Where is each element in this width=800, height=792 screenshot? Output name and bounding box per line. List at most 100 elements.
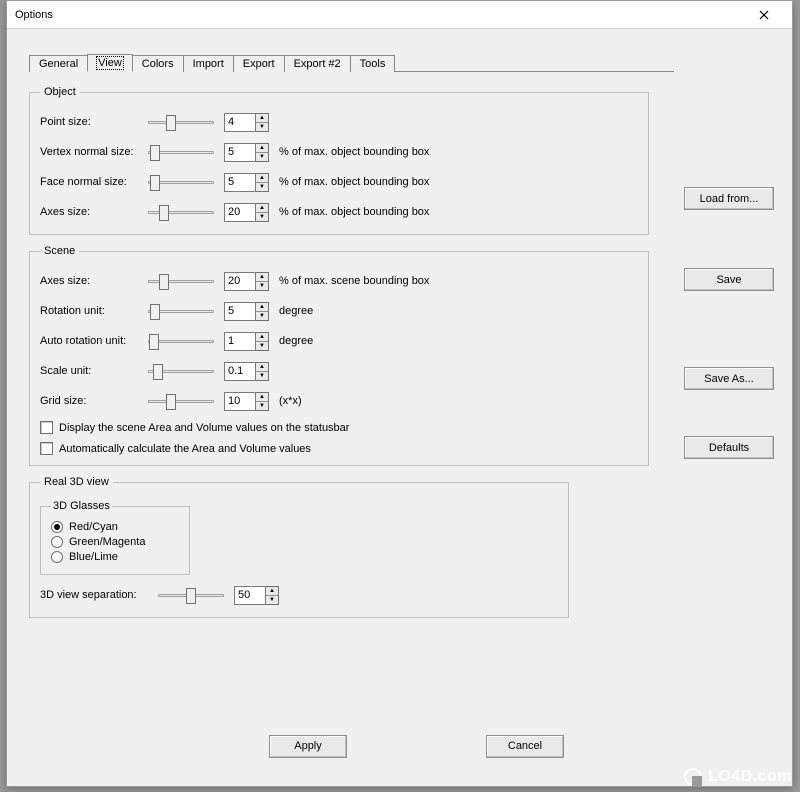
auto-rotation-suffix: degree <box>279 335 313 347</box>
grid-size-spinner[interactable]: ▲▼ <box>224 392 269 411</box>
object-axes-input[interactable] <box>224 203 256 222</box>
glasses-option-blue-lime[interactable]: Blue/Lime <box>51 551 179 563</box>
glasses-option-green-magenta[interactable]: Green/Magenta <box>51 536 179 548</box>
apply-button[interactable]: Apply <box>269 735 347 758</box>
spin-up-icon[interactable]: ▲ <box>256 393 268 401</box>
spin-up-icon[interactable]: ▲ <box>256 363 268 371</box>
face-normal-input[interactable] <box>224 173 256 192</box>
dialog-footer: Apply Cancel <box>29 726 674 776</box>
spin-up-icon[interactable]: ▲ <box>266 587 278 595</box>
spin-up-icon[interactable]: ▲ <box>256 174 268 182</box>
scale-unit-input[interactable] <box>224 362 256 381</box>
window-title: Options <box>15 9 744 21</box>
radio-icon[interactable] <box>51 536 63 548</box>
scene-axes-suffix: % of max. scene bounding box <box>279 275 429 287</box>
spin-down-icon[interactable]: ▼ <box>256 341 268 350</box>
face-normal-label: Face normal size: <box>40 176 148 188</box>
object-axes-slider[interactable] <box>148 203 214 221</box>
spin-up-icon[interactable]: ▲ <box>256 273 268 281</box>
grid-size-slider[interactable] <box>148 392 214 410</box>
tab-tools[interactable]: Tools <box>350 55 396 72</box>
close-button[interactable] <box>744 4 784 26</box>
scene-axes-spinner[interactable]: ▲▼ <box>224 272 269 291</box>
object-axes-spinner[interactable]: ▲▼ <box>224 203 269 222</box>
scene-axes-input[interactable] <box>224 272 256 291</box>
auto-rotation-input[interactable] <box>224 332 256 351</box>
point-size-input[interactable] <box>224 113 256 132</box>
tab-colors[interactable]: Colors <box>132 55 184 72</box>
scene-group: Scene Axes size: ▲▼ % of max. scene boun… <box>29 245 649 466</box>
object-legend: Object <box>40 86 80 98</box>
spin-down-icon[interactable]: ▼ <box>256 281 268 290</box>
load-from-button[interactable]: Load from... <box>684 187 774 210</box>
spin-up-icon[interactable]: ▲ <box>256 333 268 341</box>
cancel-button[interactable]: Cancel <box>486 735 564 758</box>
auto-rotation-label: Auto rotation unit: <box>40 335 148 347</box>
spin-up-icon[interactable]: ▲ <box>256 303 268 311</box>
rotation-unit-spinner[interactable]: ▲▼ <box>224 302 269 321</box>
tab-import[interactable]: Import <box>183 55 234 72</box>
vertex-normal-spinner[interactable]: ▲▼ <box>224 143 269 162</box>
spin-down-icon[interactable]: ▼ <box>256 152 268 161</box>
scale-unit-slider[interactable] <box>148 362 214 380</box>
auto-area-volume-checkbox[interactable] <box>40 442 53 455</box>
grid-size-input[interactable] <box>224 392 256 411</box>
tab-strip: General View Colors Import Export Export… <box>29 51 674 72</box>
scene-axes-label: Axes size: <box>40 275 148 287</box>
face-normal-slider[interactable] <box>148 173 214 191</box>
spin-down-icon[interactable]: ▼ <box>256 371 268 380</box>
close-icon <box>759 10 769 20</box>
rotation-unit-label: Rotation unit: <box>40 305 148 317</box>
separation-slider[interactable] <box>158 586 224 604</box>
spin-down-icon[interactable]: ▼ <box>256 401 268 410</box>
separation-row: 3D view separation: ▲▼ <box>40 583 558 607</box>
save-button[interactable]: Save <box>684 268 774 291</box>
spin-down-icon[interactable]: ▼ <box>256 182 268 191</box>
separation-spinner[interactable]: ▲▼ <box>234 586 279 605</box>
vertex-normal-slider[interactable] <box>148 143 214 161</box>
spin-up-icon[interactable]: ▲ <box>256 114 268 122</box>
point-size-row: Point size: ▲▼ <box>40 110 638 134</box>
spin-up-icon[interactable]: ▲ <box>256 204 268 212</box>
rotation-unit-slider[interactable] <box>148 302 214 320</box>
tab-view[interactable]: View <box>87 54 133 72</box>
tab-export2[interactable]: Export #2 <box>284 55 351 72</box>
auto-rotation-spinner[interactable]: ▲▼ <box>224 332 269 351</box>
scene-legend: Scene <box>40 245 79 257</box>
separation-input[interactable] <box>234 586 266 605</box>
titlebar: Options <box>7 1 792 29</box>
spin-up-icon[interactable]: ▲ <box>256 144 268 152</box>
rotation-unit-input[interactable] <box>224 302 256 321</box>
vertex-normal-label: Vertex normal size: <box>40 146 148 158</box>
auto-rotation-slider[interactable] <box>148 332 214 350</box>
vertex-normal-suffix: % of max. object bounding box <box>279 146 429 158</box>
point-size-spinner[interactable]: ▲▼ <box>224 113 269 132</box>
grid-size-row: Grid size: ▲▼ (x*x) <box>40 389 638 413</box>
defaults-button[interactable]: Defaults <box>684 436 774 459</box>
vertex-normal-input[interactable] <box>224 143 256 162</box>
tab-export[interactable]: Export <box>233 55 285 72</box>
glasses-option-red-cyan[interactable]: Red/Cyan <box>51 521 179 533</box>
radio-icon[interactable] <box>51 521 63 533</box>
face-normal-spinner[interactable]: ▲▼ <box>224 173 269 192</box>
point-size-slider[interactable] <box>148 113 214 131</box>
scale-unit-spinner[interactable]: ▲▼ <box>224 362 269 381</box>
spin-down-icon[interactable]: ▼ <box>256 122 268 131</box>
object-axes-suffix: % of max. object bounding box <box>279 206 429 218</box>
real-3d-legend: Real 3D view <box>40 476 113 488</box>
tab-general[interactable]: General <box>29 55 88 72</box>
real-3d-group: Real 3D view 3D Glasses Red/Cyan Green/M… <box>29 476 569 618</box>
glasses-option-label: Red/Cyan <box>69 521 118 533</box>
spin-down-icon[interactable]: ▼ <box>266 595 278 604</box>
spin-down-icon[interactable]: ▼ <box>256 212 268 221</box>
spin-down-icon[interactable]: ▼ <box>256 311 268 320</box>
scene-axes-slider[interactable] <box>148 272 214 290</box>
object-group: Object Point size: ▲▼ Vertex normal size… <box>29 86 649 235</box>
separation-label: 3D view separation: <box>40 589 158 601</box>
grid-size-suffix: (x*x) <box>279 395 302 407</box>
display-area-volume-checkbox[interactable] <box>40 421 53 434</box>
save-as-button[interactable]: Save As... <box>684 367 774 390</box>
glasses-group: 3D Glasses Red/Cyan Green/Magenta Blue/L… <box>40 500 190 575</box>
object-axes-row: Axes size: ▲▼ % of max. object bounding … <box>40 200 638 224</box>
radio-icon[interactable] <box>51 551 63 563</box>
